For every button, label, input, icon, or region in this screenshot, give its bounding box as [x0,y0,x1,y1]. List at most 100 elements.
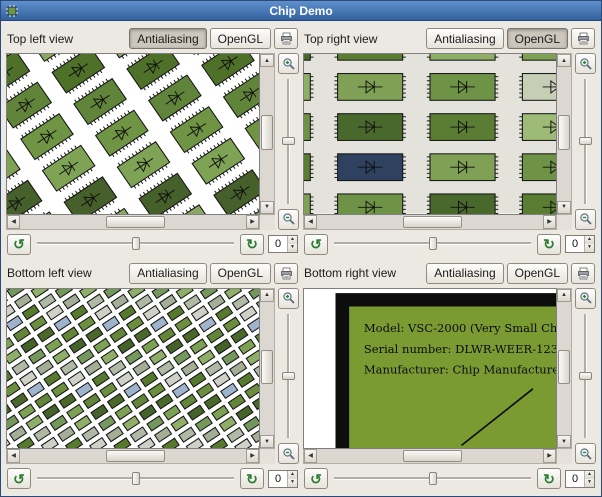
scroll-down-button[interactable]: ▼ [557,435,571,448]
scroll-left-button[interactable]: ◀ [7,214,20,229]
rotate-right-button[interactable]: ↻ [240,233,264,255]
vertical-scrollbar[interactable]: ▲ ▼ [260,53,275,215]
v-scroll-thumb[interactable] [558,115,570,150]
zoom-slider-handle[interactable] [578,371,592,380]
opengl-button[interactable]: OpenGL [209,262,271,284]
antialiasing-button[interactable]: Antialiasing [426,28,504,49]
h-scroll-thumb[interactable] [402,450,462,462]
spin-down-button[interactable]: ▼ [288,478,297,487]
v-scroll-track[interactable] [557,67,571,201]
scroll-left-button[interactable]: ◀ [7,449,20,463]
v-scroll-thumb[interactable] [558,349,570,385]
scroll-up-button[interactable]: ▲ [260,288,274,302]
rotate-left-button[interactable]: ↺ [7,468,31,489]
print-button[interactable] [571,262,595,284]
v-scroll-thumb[interactable] [261,115,273,150]
rotate-slider[interactable] [35,235,236,253]
rotate-left-button[interactable]: ↺ [7,233,31,255]
titlebar[interactable]: Chip Demo [1,1,601,21]
zoom-spinbox[interactable]: 0 ▲ ▼ [268,469,298,488]
zoom-slider[interactable] [281,312,297,441]
h-scroll-track[interactable] [20,215,246,229]
scroll-up-button[interactable]: ▲ [557,54,571,67]
graphics-view[interactable] [6,53,260,215]
rotate-right-button[interactable]: ↻ [537,468,561,489]
horizontal-scrollbar[interactable]: ◀ ▶ [6,449,260,464]
antialiasing-button[interactable]: Antialiasing [426,262,504,284]
zoom-spinbox[interactable]: 0 ▲ ▼ [565,469,595,488]
scroll-right-button[interactable]: ▶ [543,449,556,463]
rotate-slider-handle[interactable] [428,237,437,250]
zoom-spinbox[interactable]: 0 ▲ ▼ [565,235,595,253]
spin-down-button[interactable]: ▼ [585,478,594,487]
opengl-button[interactable]: OpenGL [506,262,568,284]
graphics-view[interactable] [6,287,260,449]
vertical-scrollbar[interactable]: ▲ ▼ [557,53,572,215]
rotate-slider[interactable] [332,470,533,488]
graphics-view[interactable]: Model: VSC-2000 (Very Small Chip) at 9 Se… [303,287,557,449]
zoom-slider-handle[interactable] [281,371,295,380]
horizontal-scrollbar[interactable]: ◀ ▶ [303,214,557,230]
spin-up-button[interactable]: ▲ [288,470,297,479]
print-button[interactable] [571,28,595,49]
opengl-button[interactable]: OpenGL [209,28,271,49]
rotate-slider-handle[interactable] [428,471,437,485]
print-button[interactable] [274,28,298,49]
rotate-right-button[interactable]: ↻ [240,468,264,489]
zoom-out-button[interactable] [278,443,299,464]
scroll-up-button[interactable]: ▲ [260,54,274,67]
vertical-scrollbar[interactable]: ▲ ▼ [557,287,572,449]
scroll-right-button[interactable]: ▶ [246,449,259,463]
rotate-slider[interactable] [35,470,236,488]
zoom-in-button[interactable] [575,287,596,309]
horizontal-scrollbar[interactable]: ◀ ▶ [6,214,260,230]
rotate-slider-handle[interactable] [131,471,140,485]
spin-down-button[interactable]: ▼ [585,244,594,252]
antialiasing-button[interactable]: Antialiasing [129,28,207,49]
scroll-down-button[interactable]: ▼ [260,435,274,448]
h-scroll-track[interactable] [317,215,543,229]
h-scroll-thumb[interactable] [402,215,462,228]
h-scroll-thumb[interactable] [105,215,165,228]
zoom-slider[interactable] [578,77,594,206]
v-scroll-track[interactable] [260,302,274,436]
print-button[interactable] [274,262,298,284]
antialiasing-button[interactable]: Antialiasing [129,262,207,284]
spin-down-button[interactable]: ▼ [288,244,297,252]
h-scroll-thumb[interactable] [105,450,165,462]
scroll-left-button[interactable]: ◀ [304,214,317,229]
rotate-left-button[interactable]: ↺ [304,233,328,255]
v-scroll-thumb[interactable] [261,349,273,385]
spin-up-button[interactable]: ▲ [288,236,297,244]
zoom-out-button[interactable] [575,208,596,230]
graphics-view[interactable] [303,53,557,215]
zoom-spinbox[interactable]: 0 ▲ ▼ [268,235,298,253]
h-scroll-track[interactable] [20,449,246,463]
opengl-button[interactable]: OpenGL [506,28,568,49]
zoom-slider-handle[interactable] [578,137,592,146]
horizontal-scrollbar[interactable]: ◀ ▶ [303,449,557,464]
spin-up-button[interactable]: ▲ [585,470,594,479]
rotate-slider-handle[interactable] [131,237,140,250]
zoom-slider[interactable] [578,312,594,441]
zoom-slider[interactable] [281,77,297,206]
v-scroll-track[interactable] [557,302,571,436]
zoom-in-button[interactable] [575,53,596,74]
spin-up-button[interactable]: ▲ [585,236,594,244]
zoom-slider-handle[interactable] [281,137,295,146]
scroll-up-button[interactable]: ▲ [557,288,571,302]
zoom-out-button[interactable] [575,443,596,464]
zoom-out-button[interactable] [278,208,299,230]
scroll-left-button[interactable]: ◀ [304,449,317,463]
v-scroll-track[interactable] [260,67,274,201]
scroll-down-button[interactable]: ▼ [260,200,274,214]
zoom-in-button[interactable] [278,287,299,309]
scroll-down-button[interactable]: ▼ [557,200,571,214]
scroll-right-button[interactable]: ▶ [246,214,259,229]
rotate-slider[interactable] [332,235,533,253]
vertical-scrollbar[interactable]: ▲ ▼ [260,287,275,449]
zoom-in-button[interactable] [278,53,299,74]
scroll-right-button[interactable]: ▶ [543,214,556,229]
h-scroll-track[interactable] [317,449,543,463]
rotate-left-button[interactable]: ↺ [304,468,328,489]
